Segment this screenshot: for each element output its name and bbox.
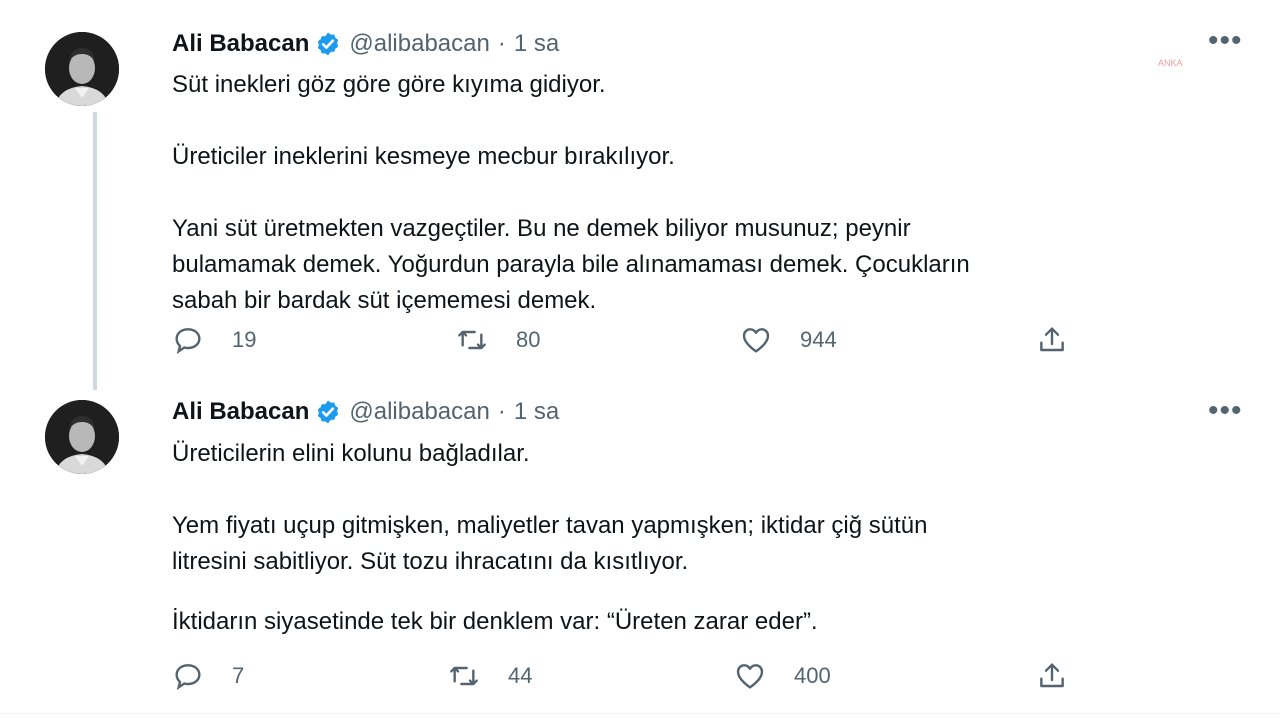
author-name[interactable]: Ali Babacan: [172, 398, 309, 426]
thread-line: [93, 112, 97, 390]
retweet-button[interactable]: 80: [456, 324, 540, 356]
tweet-header: Ali Babacan @alibabacan · 1 sa: [172, 30, 559, 58]
like-count: 400: [794, 663, 831, 688]
retweet-count: 80: [516, 327, 541, 352]
tweet-paragraph: Yem fiyatı uçup gitmişken, maliyetler ta…: [172, 512, 928, 575]
action-bar: 19 80 944: [172, 324, 1232, 360]
separator: ·: [497, 30, 506, 57]
tweet-text: Üreticilerin elini kolunu bağladılar. Ye…: [172, 436, 1232, 640]
tweet-paragraph: Üreticilerin elini kolunu bağladılar.: [172, 440, 530, 467]
separator: ·: [497, 398, 506, 425]
tweet-paragraph: Süt inekleri göz göre göre kıyıma gidiyo…: [172, 71, 606, 98]
tweet-header: Ali Babacan @alibabacan · 1 sa: [172, 398, 559, 426]
tweet-paragraph: İktidarın siyasetinde tek bir denklem va…: [172, 608, 818, 635]
timestamp[interactable]: 1 sa: [514, 398, 559, 426]
avatar[interactable]: [45, 400, 119, 474]
share-icon: [1040, 327, 1064, 352]
action-bar: 7 44 400: [172, 660, 1232, 696]
retweet-icon: [458, 330, 486, 350]
timestamp[interactable]: 1 sa: [514, 30, 559, 58]
share-button[interactable]: [1036, 660, 1096, 692]
reply-count: 7: [232, 663, 245, 688]
verified-badge-icon: [315, 31, 341, 57]
reply-icon: [175, 664, 201, 691]
reply-icon: [175, 328, 201, 355]
like-button[interactable]: 400: [734, 660, 831, 692]
avatar[interactable]: [45, 32, 119, 106]
tweet-paragraph: Yani süt üretmekten vazgeçtiler. Bu ne d…: [172, 215, 970, 314]
author-handle[interactable]: @alibabacan: [349, 398, 489, 426]
more-icon[interactable]: •••: [1208, 396, 1248, 430]
like-icon: [736, 664, 764, 689]
like-button[interactable]: 944: [740, 324, 837, 356]
retweet-icon: [450, 666, 478, 686]
retweet-button[interactable]: 44: [448, 660, 532, 692]
more-icon[interactable]: •••: [1208, 26, 1248, 60]
tweet-text: Süt inekleri göz göre göre kıyıma gidiyo…: [172, 67, 1232, 319]
divider: [0, 713, 1280, 714]
tweet-paragraph: Üreticiler ineklerini kesmeye mecbur bır…: [172, 143, 675, 170]
like-count: 944: [800, 327, 837, 352]
author-name[interactable]: Ali Babacan: [172, 30, 309, 58]
retweet-count: 44: [508, 663, 533, 688]
reply-button[interactable]: 19: [172, 324, 256, 356]
share-button[interactable]: [1036, 324, 1096, 356]
author-handle[interactable]: @alibabacan: [349, 30, 489, 58]
like-icon: [742, 328, 770, 353]
reply-button[interactable]: 7: [172, 660, 244, 692]
verified-badge-icon: [315, 399, 341, 425]
share-icon: [1040, 663, 1064, 688]
reply-count: 19: [232, 327, 257, 352]
